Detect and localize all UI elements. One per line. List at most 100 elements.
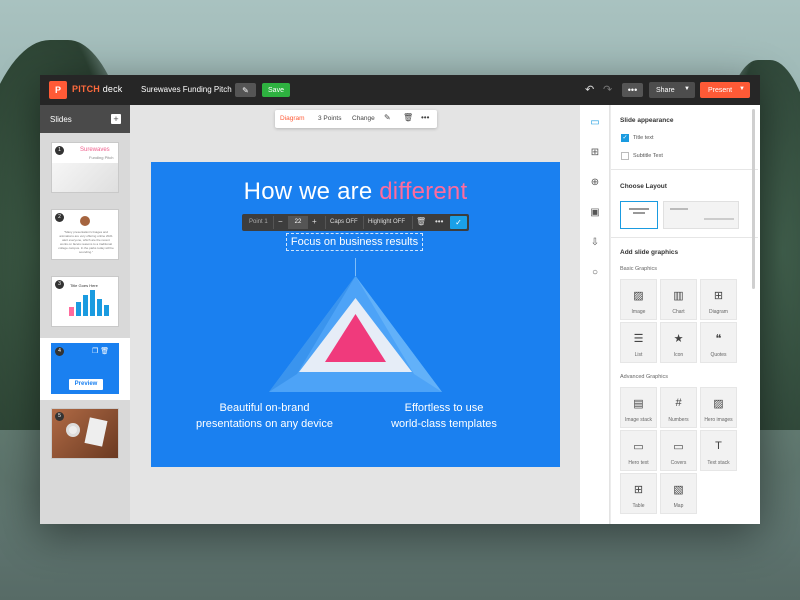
pencil-icon[interactable]: ✎: [384, 113, 391, 122]
preview-button[interactable]: Preview: [69, 379, 103, 390]
image-stack-tile[interactable]: ▤ Image stack: [620, 387, 657, 428]
change-button[interactable]: Change: [352, 115, 375, 122]
title-text-checkbox[interactable]: ✓: [621, 134, 629, 142]
covers-tile[interactable]: ▭ Covers: [660, 430, 697, 471]
thumbnail-quote: "Many presentation's linages and animati…: [58, 230, 114, 254]
layout-line: [633, 212, 645, 214]
share-button[interactable]: Share ▼: [649, 82, 695, 98]
list-tile[interactable]: ☰ List: [620, 322, 657, 363]
font-size-input[interactable]: 22: [288, 216, 308, 229]
title-text-label: Title text: [633, 135, 654, 141]
chevron-down-icon: ▼: [739, 86, 745, 92]
subtitle-text-checkbox[interactable]: [621, 152, 629, 160]
present-label: Present: [708, 86, 733, 94]
triangle-diagram[interactable]: [263, 258, 448, 398]
basic-graphics-heading: Basic Graphics: [620, 266, 657, 272]
slide-thumbnail-4[interactable]: 4 ❐ 🗑 Preview: [40, 338, 130, 400]
pencil-icon: ✎: [242, 85, 249, 95]
document-title[interactable]: Surewaves Funding Pitch: [141, 85, 232, 94]
advanced-graphics-heading: Advanced Graphics: [620, 374, 668, 380]
tile-label: Quotes: [710, 352, 727, 358]
tile-label: Table: [632, 503, 645, 509]
tile-label: Map: [673, 503, 684, 509]
table-tile[interactable]: ⊞ Table: [620, 473, 657, 514]
diagram-tile[interactable]: ⊞ Diagram: [700, 279, 737, 320]
logo-icon: P: [49, 81, 67, 99]
duplicate-icon[interactable]: ❐ 🗑: [92, 347, 109, 355]
media-icon[interactable]: ▣: [580, 203, 610, 223]
icon-tile[interactable]: ★ Icon: [660, 322, 697, 363]
highlight-toggle[interactable]: Highlight OFF: [368, 219, 405, 225]
slide-thumbnail-3[interactable]: 3 Title Goes Here: [40, 271, 130, 331]
present-button[interactable]: Present ▼: [700, 82, 750, 98]
divider: [412, 216, 413, 229]
chevron-down-icon: ▼: [684, 86, 690, 92]
layout-option-1[interactable]: [620, 201, 658, 229]
image-tile[interactable]: ▨ Image: [620, 279, 657, 320]
hero-images-icon: ▨: [713, 398, 724, 410]
table-icon: ⊞: [633, 484, 644, 496]
tile-label: Hero images: [704, 417, 733, 423]
hero-text-tile[interactable]: ▭ Hero text: [620, 430, 657, 471]
properties-panel: Slide appearance ✓ Title text Subtitle T…: [611, 105, 760, 524]
layout-option-2[interactable]: [663, 201, 739, 229]
text-stack-icon: T: [715, 440, 722, 452]
caps-toggle[interactable]: Caps OFF: [330, 219, 358, 225]
trash-icon[interactable]: 🗑: [403, 113, 413, 122]
layout-line: [704, 218, 734, 220]
confirm-button[interactable]: ✓: [450, 216, 467, 229]
hero-images-tile[interactable]: ▨ Hero images: [700, 387, 737, 428]
layout-heading: Choose Layout: [620, 183, 667, 190]
chart-tile[interactable]: ▥ Chart: [660, 279, 697, 320]
more-icon[interactable]: •••: [421, 113, 429, 122]
star-icon: ★: [673, 333, 684, 345]
slide-thumbnail-2[interactable]: 2 "Many presentation's linages and anima…: [40, 204, 130, 264]
structure-icon[interactable]: ⊞: [580, 143, 610, 163]
comments-icon[interactable]: ○: [580, 263, 610, 283]
redo-icon[interactable]: ↷: [603, 83, 612, 97]
slides-title: Slides: [50, 115, 72, 124]
increase-size-button[interactable]: +: [312, 217, 317, 226]
trash-icon[interactable]: 🗑: [416, 217, 426, 226]
diagram-tab[interactable]: Diagram: [280, 115, 305, 122]
map-tile[interactable]: ▧ Map: [660, 473, 697, 514]
slide-title-highlight: different: [379, 178, 468, 205]
slide-title[interactable]: How we are different: [151, 178, 560, 206]
import-icon[interactable]: ⇩: [580, 233, 610, 253]
undo-icon[interactable]: ↶: [585, 83, 594, 97]
panel-scrollbar[interactable]: [752, 109, 755, 289]
thumbnail-chart-bar: [104, 305, 109, 316]
point-left-line-2: presentations on any device: [196, 418, 333, 430]
tile-label: Diagram: [709, 309, 728, 315]
points-dropdown[interactable]: 3 Points: [318, 115, 342, 122]
slide-canvas[interactable]: How we are different Point 1 − 22 + Caps…: [151, 162, 560, 467]
numbers-tile[interactable]: # Numbers: [660, 387, 697, 428]
logo-mark: P: [54, 85, 61, 95]
slide-appearance-icon[interactable]: ▭: [580, 113, 610, 133]
more-options-button[interactable]: •••: [622, 83, 643, 97]
decrease-size-button[interactable]: −: [278, 217, 283, 226]
save-button[interactable]: Save: [262, 83, 290, 97]
thumbnail-subtitle: Funding Pitch: [89, 155, 114, 160]
slide-number: 2: [55, 213, 64, 222]
edit-title-button[interactable]: ✎: [235, 83, 256, 97]
list-icon: ☰: [633, 333, 644, 345]
top-bar: P PITCH deck Surewaves Funding Pitch ✎ S…: [40, 75, 760, 105]
point-top-text[interactable]: Focus on business results: [286, 233, 423, 251]
more-icon[interactable]: •••: [435, 217, 443, 226]
quotes-tile[interactable]: ❝ Quotes: [700, 322, 737, 363]
add-slide-button[interactable]: +: [111, 114, 121, 124]
diagram-toolbar: Diagram 3 Points Change ✎ 🗑 •••: [275, 110, 437, 128]
point-right-text[interactable]: Effortless to use world-class templates: [369, 400, 519, 432]
thumbnail-chart-bar: [83, 295, 88, 316]
thumbnail: 3 Title Goes Here: [51, 276, 119, 327]
slide-thumbnail-1[interactable]: 1 Surewaves Funding Pitch: [40, 137, 130, 197]
text-stack-tile[interactable]: T Text stack: [700, 430, 737, 471]
slide-thumbnail-5[interactable]: 5: [40, 403, 130, 463]
subtitle-text-label: Subtitle Text: [633, 153, 663, 159]
point-left-text[interactable]: Beautiful on-brand presentations on any …: [187, 400, 342, 432]
point-right-line-1: Effortless to use: [404, 402, 484, 414]
tile-label: Text stack: [707, 460, 730, 466]
add-element-icon[interactable]: ⊕: [580, 173, 610, 193]
slide-title-plain: How we are: [243, 178, 380, 205]
